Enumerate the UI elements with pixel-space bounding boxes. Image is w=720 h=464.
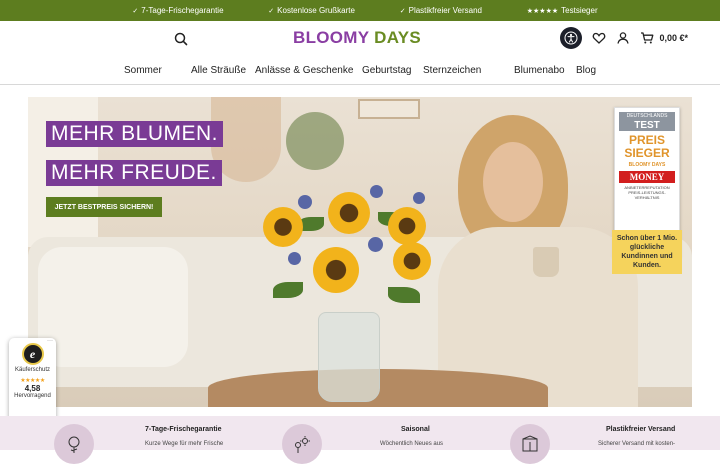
site-logo[interactable]: BLOOMY DAYS [293,28,421,48]
feature-text: Kurze Wege für mehr Frische [145,441,224,447]
cart-icon [641,32,654,44]
rose-icon [54,424,94,464]
seal-letter: e [29,346,36,361]
promo-item-label: Plastikfreier Versand [408,6,482,15]
nav-item-geburtstag[interactable]: Geburtstag [362,65,411,76]
bouquet-leaf [273,282,303,298]
trust-rating-text: Hervorragend [14,393,51,399]
check-icon: ✓ [399,7,406,15]
thistle [368,237,383,252]
nav-item-blog[interactable]: Blog [576,65,596,76]
hero-woman-face [483,142,543,222]
hero-headline-2: MEHR FREUDE. [46,160,222,186]
feature-title: 7-Tage-Frischegarantie [145,426,222,433]
cart-button[interactable]: 0,00 €* [640,31,688,45]
box-icon [510,424,550,464]
logo-secondary: DAYS [374,28,422,47]
main-nav: Sommer Alle Sträuße Anlässe & Geschenke … [0,57,720,85]
sunflower [313,247,359,293]
cta-button[interactable]: JETZT BESTPREIS SICHERN! [46,197,162,217]
promo-item-label: 7-Tage-Frischegarantie [141,6,224,15]
hero-cushion [38,247,188,367]
bouquet-leaf [388,287,420,303]
more-icon[interactable]: ··· [47,338,53,344]
thistle [370,185,383,198]
award-title-2: SIEGER [624,146,670,160]
feature-title: Plastikfreier Versand [606,426,676,433]
nav-item-blumenabo[interactable]: Blumenabo [514,65,565,76]
heart-icon [593,32,606,44]
promo-item-greeting-card: ✓ Kostenlose Grußkarte [268,6,355,15]
accessibility-button[interactable] [560,27,583,49]
thistle [288,252,301,265]
features-strip: 7-Tage-Frischegarantie Kurze Wege für me… [0,416,720,464]
cart-total: 0,00 €* [659,33,688,43]
hero-plant [286,112,344,170]
check-icon: ✓ [268,7,275,15]
trusted-shops-seal-icon: e [21,343,44,365]
user-icon [617,32,630,44]
promo-item-plastic-free: ✓ Plastikfreier Versand [400,6,482,15]
hero-picture-frame [358,99,420,119]
trusted-shops-badge[interactable]: ··· e Käuferschutz ★★★★★ 4,58 Hervorrage… [9,338,56,422]
nav-item-sommer[interactable]: Sommer [124,65,162,76]
accessibility-icon [564,31,578,45]
hero-mug [533,247,559,277]
sunflower [328,192,370,234]
award-publisher: MONEY [619,171,675,183]
sunflower [388,207,426,245]
feature-text: Sicherer Versand mit kosten- [598,441,676,447]
promo-item-freshness: ✓ 7-Tage-Frischegarantie [132,6,223,15]
promo-item-label: Kostenlose Grußkarte [277,6,355,15]
promo-item-label: Testsieger [561,6,598,15]
check-icon: ✓ [132,7,139,15]
award-test: TEST [619,120,675,131]
promo-bar: ✓ 7-Tage-Frischegarantie ✓ Kostenlose Gr… [0,0,720,21]
site-header: BLOOMY DAYS 0,00 €* [0,21,720,57]
search-icon [174,32,188,46]
hero-banner[interactable]: MEHR BLUMEN. MEHR FREUDE. JETZT BESTPREI… [28,97,692,407]
hero-headline-1: MEHR BLUMEN. [46,121,224,147]
award-subtitle: ANBIETERREPUTATION PREIS-LEISTUNGS-VERHÄ… [624,185,670,200]
promo-item-test-winner: ★★★★★ Testsieger [527,6,598,15]
logo-primary: BLOOMY [293,28,370,47]
nav-item-anlaesse[interactable]: Anlässe & Geschenke [255,65,353,76]
trust-label: Käuferschutz [14,367,51,373]
sunflower [393,242,431,280]
feature-text: Wöchentlich Neues aus [380,441,444,447]
feature-title: Saisonal [401,426,430,433]
glass-vase [318,312,380,402]
thistle [298,195,312,209]
stars-icon: ★★★★★ [526,7,559,15]
search-button[interactable] [173,31,189,47]
wishlist-button[interactable] [592,31,606,45]
thistle [413,192,425,204]
customer-count-sticker: Schon über 1 Mio. glückliche Kundinnen u… [612,230,682,274]
sun-flower-icon [282,424,322,464]
header-actions: 0,00 €* [560,27,688,49]
sunflower [263,207,303,247]
account-button[interactable] [616,31,630,45]
award-brand: BLOOMY DAYS [628,162,666,168]
award-top: DEUTSCHLANDS [619,112,675,120]
stars-icon: ★★★★★ [20,378,45,384]
nav-item-sternzeichen[interactable]: Sternzeichen [423,65,481,76]
nav-item-alle-straeusse[interactable]: Alle Sträuße [191,65,246,76]
trust-score: 4,58 [24,384,41,393]
